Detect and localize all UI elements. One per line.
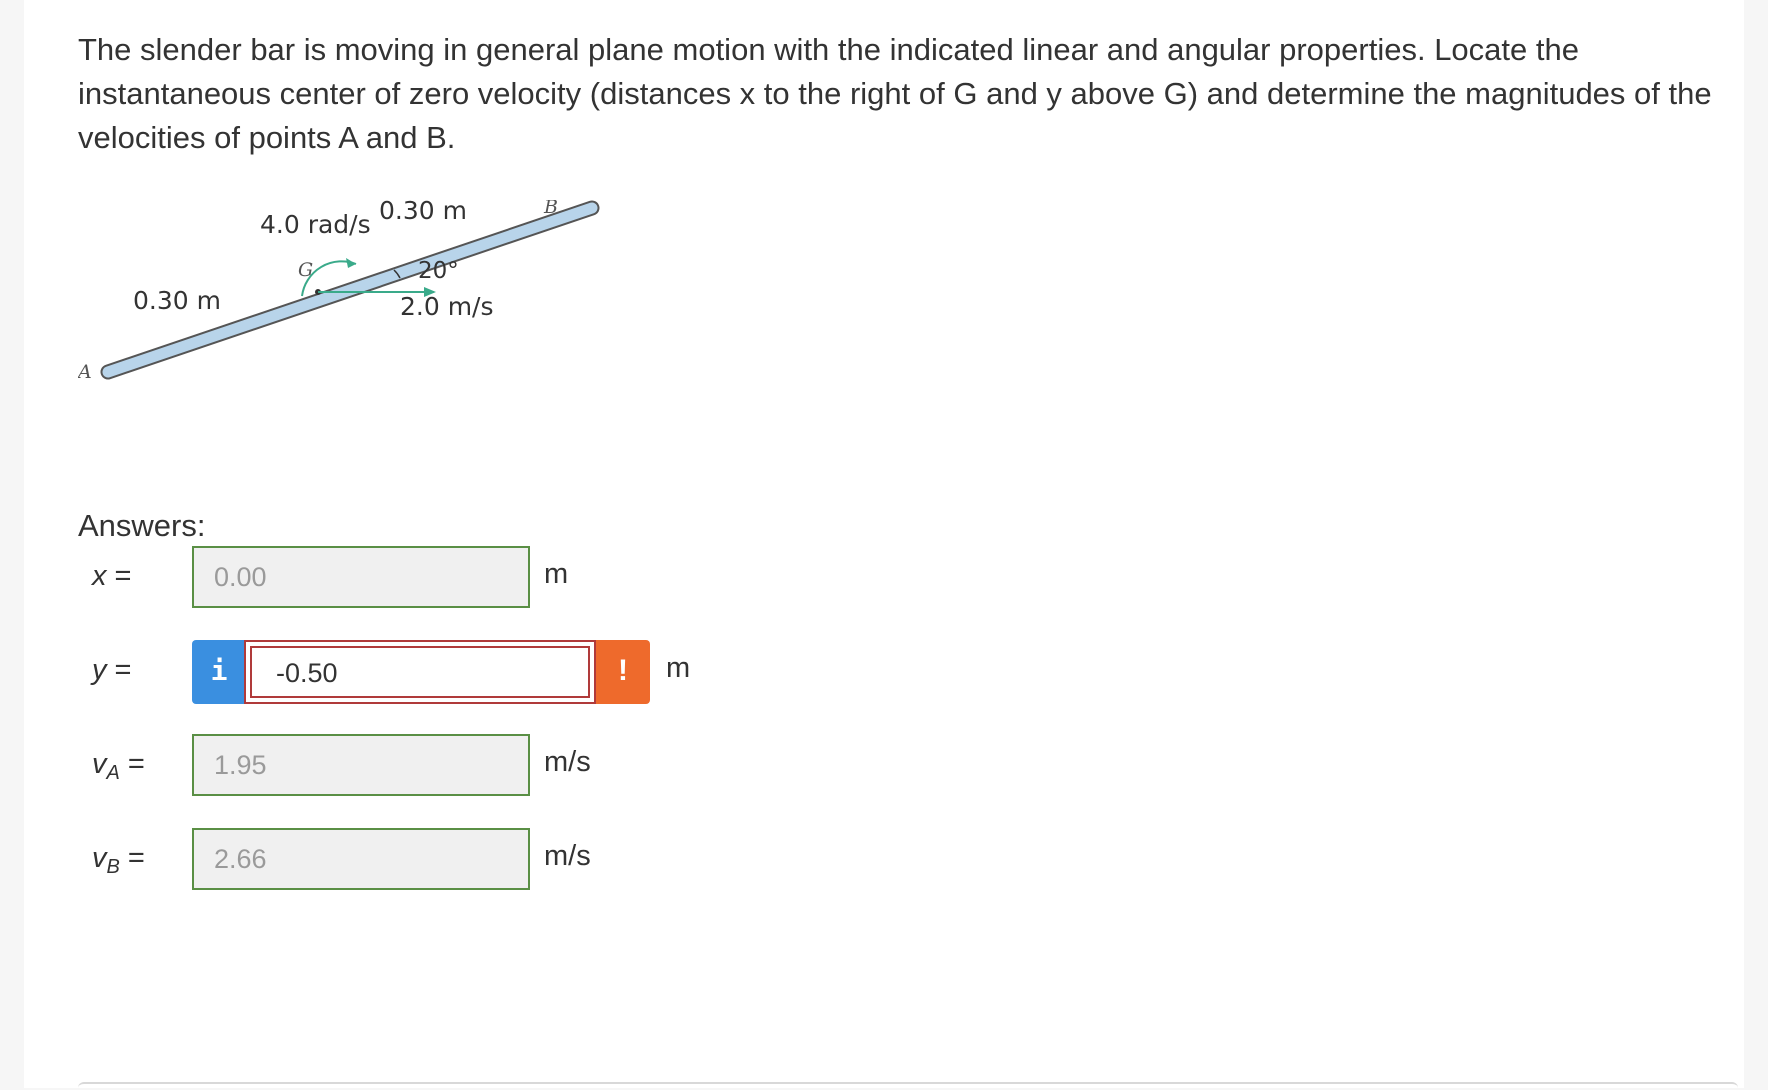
info-icon[interactable]: i [192, 640, 246, 704]
answer-label-y: y = [92, 654, 132, 686]
answer-label-x: x = [92, 560, 132, 592]
omega-label: 4.0 rad/s [260, 210, 371, 239]
question-text: The slender bar is moving in general pla… [78, 32, 1712, 155]
question-card: The slender bar is moving in general pla… [24, 0, 1744, 1088]
answer-unit-y: m [666, 652, 691, 684]
velocity-label: 2.0 m/s [400, 292, 494, 321]
point-b-label: B [543, 200, 558, 218]
bar-diagram: 4.0 rad/s 0.30 m 0.30 m 20° 2.0 m/s A B … [76, 196, 638, 455]
answer-row-y: y = i -0.50 ! m [78, 640, 778, 706]
point-g-label: G [298, 259, 313, 281]
answer-input-y[interactable]: -0.50 [250, 646, 590, 698]
answer-row-vb: vB = 2.66 m/s [78, 828, 778, 894]
problem-figure: 4.0 rad/s 0.30 m 0.30 m 20° 2.0 m/s A B … [76, 196, 638, 455]
answer-row-va: vA = 1.95 m/s [78, 734, 778, 800]
left-length-label: 0.30 m [133, 286, 221, 315]
answer-unit-x: m [544, 558, 569, 590]
answer-row-x: x = 0.00 m [78, 546, 778, 612]
answer-label-vb: vB = [92, 842, 145, 878]
answer-input-y-wrapper: -0.50 [244, 640, 596, 704]
warning-icon[interactable]: ! [596, 640, 650, 704]
answer-input-vb[interactable]: 2.66 [192, 828, 530, 890]
top-length-label: 0.30 m [379, 200, 467, 225]
answer-unit-va: m/s [544, 746, 591, 778]
answer-label-va: vA = [92, 748, 145, 784]
answer-input-x[interactable]: 0.00 [192, 546, 530, 608]
answer-input-va[interactable]: 1.95 [192, 734, 530, 796]
answers-heading: Answers: [78, 508, 206, 543]
point-a-label: A [78, 361, 92, 383]
next-section-edge [78, 1082, 1738, 1090]
angle-label: 20° [418, 258, 459, 284]
answer-unit-vb: m/s [544, 840, 591, 872]
